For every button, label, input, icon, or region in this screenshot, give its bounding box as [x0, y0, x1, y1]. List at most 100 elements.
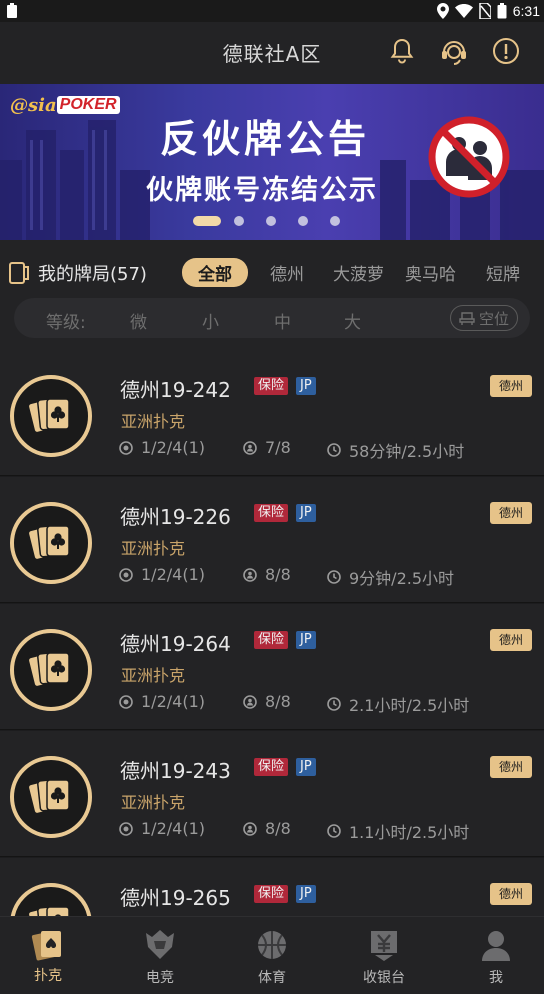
- phone-icon: [9, 262, 29, 284]
- time-info: 2.1小时/2.5小时: [327, 692, 469, 716]
- level-small[interactable]: 小: [202, 308, 219, 333]
- club-name: 亚洲扑克: [121, 666, 186, 685]
- chip-icon: [119, 694, 133, 709]
- insurance-badge: 保险: [254, 885, 289, 903]
- cards-icon: [27, 524, 70, 561]
- game-avatar: [10, 502, 92, 584]
- blinds-value: 1/2/4(1): [141, 819, 205, 838]
- level-micro[interactable]: 微: [130, 308, 147, 333]
- game-name: 德州19-265: [120, 886, 231, 910]
- blinds-info: 1/2/4(1): [119, 565, 205, 584]
- location-icon: [436, 3, 449, 19]
- nav-label: 我: [489, 970, 503, 986]
- time-value: 58分钟/2.5小时: [349, 442, 465, 461]
- level-large[interactable]: 大: [344, 308, 361, 333]
- game-avatar: [10, 375, 92, 457]
- game-avatar: [10, 629, 92, 711]
- category-tab-omaha[interactable]: 奥马哈: [405, 260, 456, 285]
- cards-icon: [27, 778, 70, 815]
- jackpot-badge: JP: [296, 504, 316, 522]
- category-tab-pineapple[interactable]: 大菠萝: [333, 260, 384, 285]
- basketball-icon: [258, 931, 286, 959]
- club-name: 亚洲扑克: [121, 412, 186, 431]
- nav-poker[interactable]: 扑克: [0, 917, 102, 994]
- pagination-dot[interactable]: [266, 216, 276, 226]
- players-value: 7/8: [265, 438, 291, 457]
- time-value: 2.1小时/2.5小时: [349, 696, 470, 715]
- asiapoker-logo: @sia POKER: [10, 92, 120, 118]
- time-value: 9分钟/2.5小时: [349, 569, 455, 588]
- app-header: 德联社A区: [0, 22, 544, 84]
- category-tab-all[interactable]: 全部: [182, 258, 248, 287]
- seat-icon: [459, 312, 475, 325]
- nav-label: 扑克: [34, 968, 62, 984]
- jackpot-badge: JP: [296, 377, 316, 395]
- banner-subtitle: 伙牌账号冻结公示: [146, 175, 378, 206]
- no-sim-icon: [479, 3, 491, 19]
- level-medium[interactable]: 中: [274, 308, 291, 333]
- customer-service-icon[interactable]: [439, 36, 469, 66]
- nav-sports[interactable]: 体育: [218, 917, 326, 994]
- chip-icon: [119, 440, 133, 455]
- clock-icon: [327, 824, 341, 838]
- players-info: 8/8: [243, 692, 291, 711]
- cards-icon: [27, 905, 70, 916]
- jackpot-badge: JP: [296, 885, 316, 903]
- game-row[interactable]: 德州19-243 保险 JP 德州 亚洲扑克 1/2/4(1) 8/8 1.1小时/2.5小时: [0, 731, 544, 857]
- game-list: 德州19-242 保险 JP 德州 亚洲扑克 1/2/4(1) 7/8 58分钟/2.5小时德…: [0, 350, 544, 916]
- pagination-dot[interactable]: [193, 216, 221, 226]
- pagination-dot[interactable]: [298, 216, 308, 226]
- game-name: 德州19-264: [120, 632, 231, 656]
- game-type-tag: 德州: [489, 375, 532, 397]
- bell-icon[interactable]: [387, 36, 417, 66]
- game-type-tag: 德州: [489, 756, 532, 778]
- game-row[interactable]: 德州19-226 保险 JP 德州 亚洲扑克 1/2/4(1) 8/8 9分钟/2.5小时: [0, 477, 544, 603]
- nav-profile[interactable]: 我: [442, 917, 544, 994]
- game-name: 德州19-242: [120, 378, 231, 402]
- category-tab-short-deck[interactable]: 短牌: [486, 260, 520, 285]
- nav-esports[interactable]: 电竞: [106, 917, 214, 994]
- game-type-tag: 德州: [489, 883, 532, 905]
- insurance-badge: 保险: [254, 758, 289, 776]
- game-row[interactable]: 德州19-265 保险 JP 德州: [0, 858, 544, 916]
- info-icon[interactable]: [491, 36, 521, 66]
- game-row[interactable]: 德州19-242 保险 JP 德州 亚洲扑克 1/2/4(1) 7/8 58分钟/2.5小时: [0, 350, 544, 476]
- chip-icon: [119, 567, 133, 582]
- insurance-badge: 保险: [254, 631, 289, 649]
- blinds-info: 1/2/4(1): [119, 692, 205, 711]
- poker-icon: [31, 931, 61, 961]
- nav-cashier[interactable]: 收银台: [330, 917, 438, 994]
- game-avatar: [10, 883, 92, 916]
- filter-panel: 我的牌局(57) 全部 德州 大菠萝 奥马哈 短牌 等级: 微 小 中 大 空位: [0, 240, 544, 350]
- jackpot-badge: JP: [296, 631, 316, 649]
- battery-icon: [497, 3, 507, 19]
- blinds-info: 1/2/4(1): [119, 819, 205, 838]
- players-icon: [243, 567, 257, 582]
- time-info: 58分钟/2.5小时: [327, 438, 464, 462]
- blinds-info: 1/2/4(1): [119, 438, 205, 457]
- esports-icon: [146, 930, 174, 959]
- pagination-dot[interactable]: [234, 216, 244, 226]
- level-filter-bar: 等级: 微 小 中 大 空位: [14, 298, 530, 338]
- clock-icon: [327, 697, 341, 711]
- profile-icon: [482, 931, 510, 961]
- players-info: 8/8: [243, 565, 291, 584]
- my-tables-link[interactable]: 我的牌局(57): [8, 260, 147, 286]
- banner-title: 反伙牌公告: [160, 117, 371, 161]
- players-value: 8/8: [265, 565, 291, 584]
- pagination-dot[interactable]: [330, 216, 340, 226]
- game-row[interactable]: 德州19-264 保险 JP 德州亚洲扑克 1/2/4(1) 8/8 2.1小时/2.5小时: [0, 604, 544, 730]
- empty-seat-toggle[interactable]: 空位: [450, 305, 518, 331]
- clock-icon: [327, 570, 341, 584]
- club-name: 亚洲扑克: [121, 793, 186, 812]
- category-tab-holdem[interactable]: 德州: [270, 260, 304, 285]
- status-time: 6:31: [512, 3, 540, 19]
- insurance-badge: 保险: [254, 504, 289, 522]
- game-type-tag: 德州: [489, 502, 532, 524]
- players-value: 8/8: [265, 819, 291, 838]
- game-type-tag: 德州: [489, 629, 532, 651]
- players-value: 8/8: [265, 692, 291, 711]
- banner-pagination: [0, 214, 544, 226]
- my-tables-label: 我的牌局(57): [38, 264, 147, 285]
- cards-icon: [27, 397, 70, 434]
